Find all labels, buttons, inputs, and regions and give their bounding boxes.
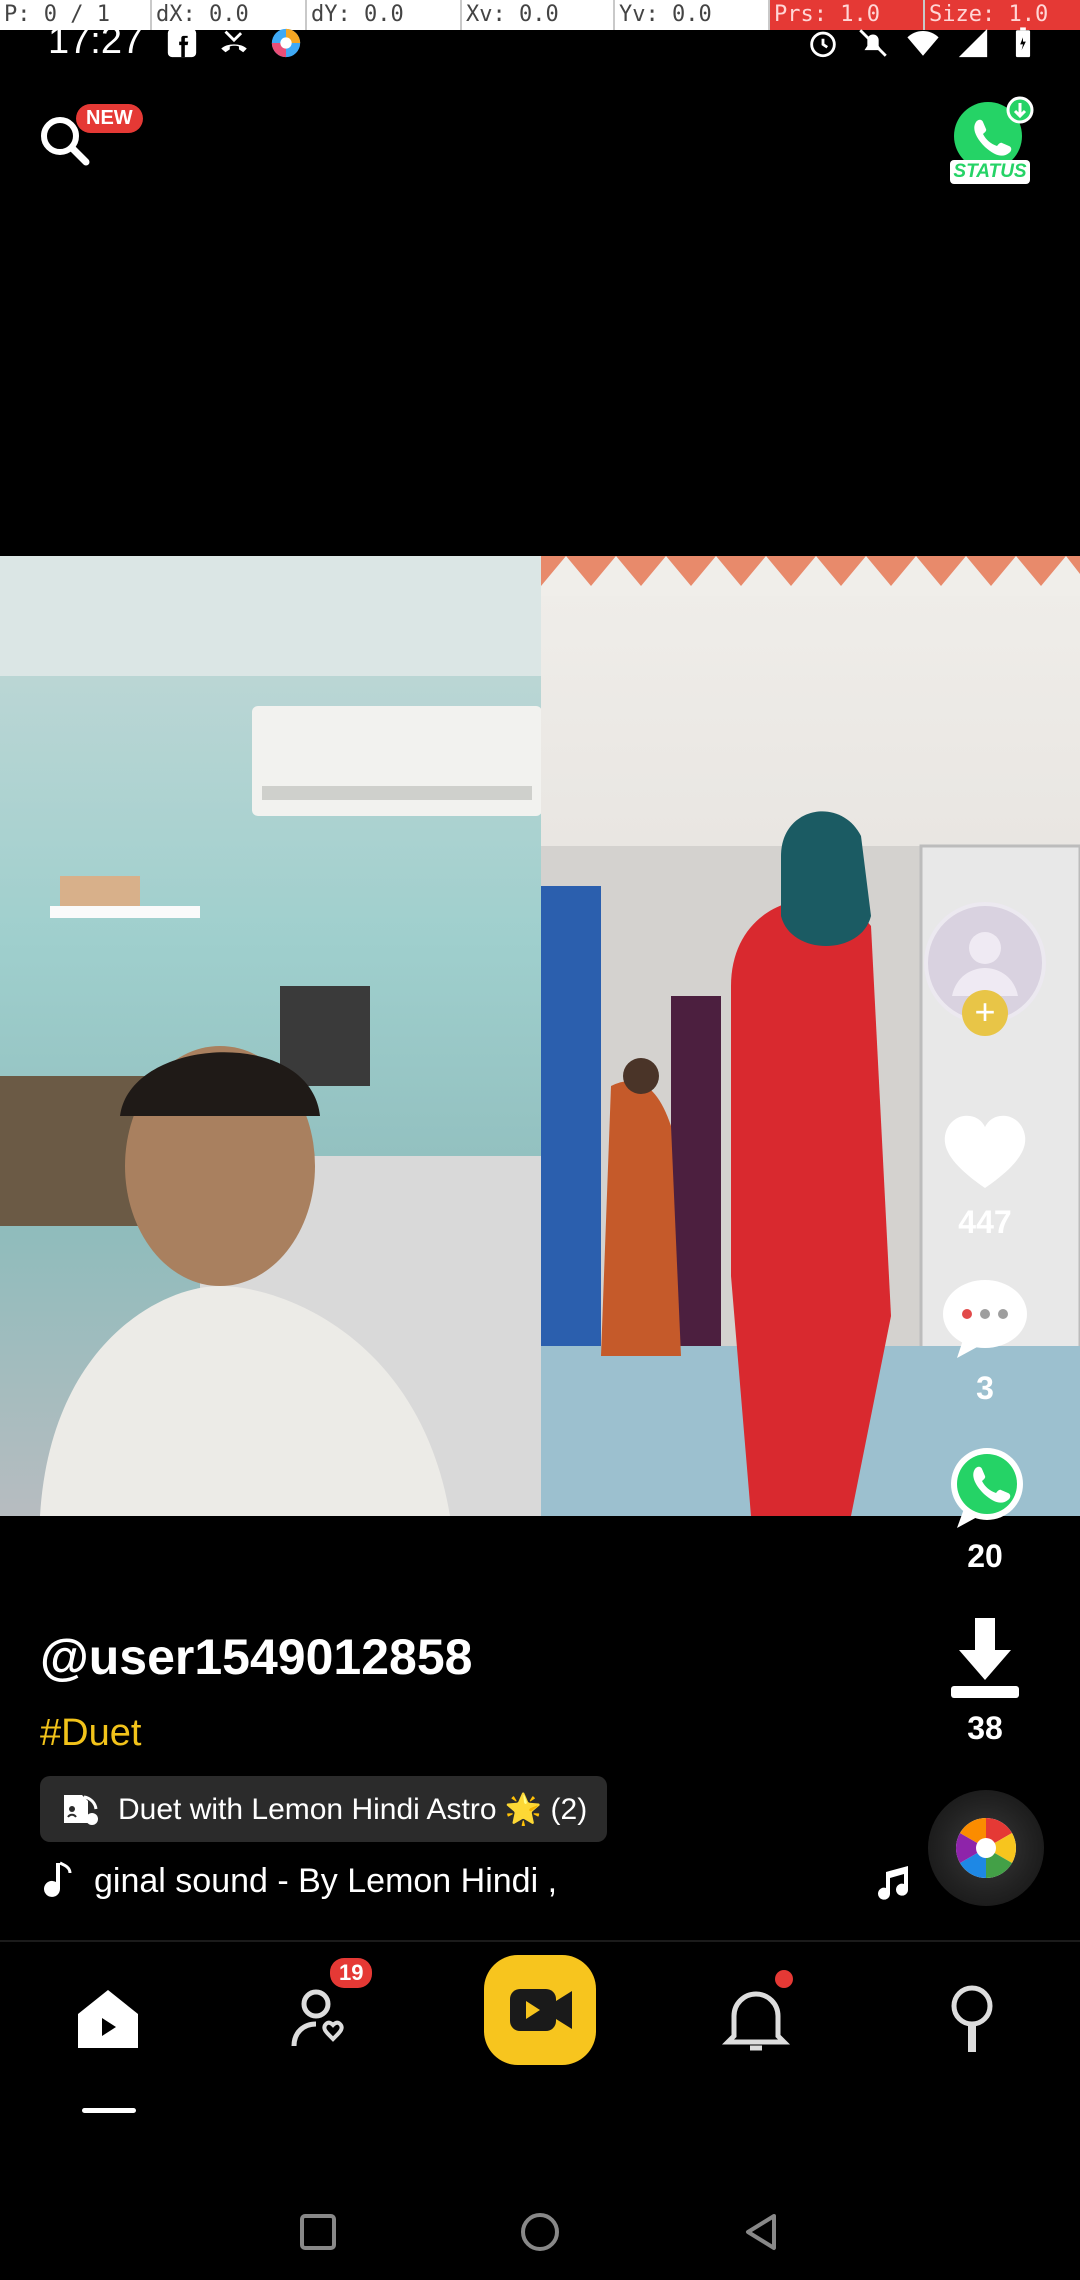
like-button[interactable]: 447 bbox=[915, 1104, 1055, 1241]
download-count: 38 bbox=[967, 1710, 1003, 1746]
share-count: 20 bbox=[967, 1538, 1003, 1574]
nav-profile[interactable] bbox=[932, 1978, 1012, 2058]
whatsapp-icon bbox=[951, 1448, 1023, 1528]
create-video-button[interactable] bbox=[484, 1955, 596, 2065]
new-badge: NEW bbox=[76, 104, 143, 133]
mute-icon bbox=[859, 29, 887, 57]
floating-music-note-icon bbox=[878, 1866, 908, 1900]
hashtag-link[interactable]: #Duet bbox=[40, 1712, 141, 1755]
sound-row[interactable]: ginal sound - By Lemon Hindi , bbox=[40, 1856, 600, 1906]
duet-label: Duet with Lemon Hindi Astro 🌟 (2) bbox=[118, 1792, 588, 1826]
app-icon bbox=[271, 28, 301, 58]
following-icon bbox=[291, 1989, 344, 2047]
follow-plus-button[interactable]: + bbox=[962, 990, 1008, 1036]
duet-info-pill[interactable]: Duet with Lemon Hindi Astro 🌟 (2) bbox=[40, 1776, 608, 1842]
active-tab-indicator bbox=[82, 2108, 136, 2113]
battery-icon bbox=[1015, 27, 1031, 58]
bell-icon bbox=[721, 1991, 791, 2051]
whatsapp-share-button[interactable]: 20 bbox=[915, 1438, 1055, 1575]
video-camera-icon bbox=[510, 1989, 572, 2031]
comment-count: 3 bbox=[976, 1370, 994, 1406]
wifi-icon bbox=[907, 30, 939, 56]
whatsapp-status-label: STATUS bbox=[953, 161, 1027, 182]
creator-username[interactable]: @user1549012858 bbox=[40, 1628, 472, 1686]
comment-button[interactable]: 3 bbox=[915, 1270, 1055, 1407]
back-button[interactable] bbox=[738, 2208, 786, 2256]
nav-notifications[interactable] bbox=[716, 1978, 796, 2058]
facebook-icon bbox=[167, 28, 197, 58]
heart-icon bbox=[944, 1115, 1026, 1188]
recents-button[interactable] bbox=[294, 2208, 342, 2256]
music-note-icon bbox=[44, 1861, 72, 1897]
duet-icon bbox=[64, 1795, 98, 1825]
system-nav-bar bbox=[0, 2150, 1080, 2280]
alarm-icon bbox=[810, 31, 836, 58]
sound-disc-button[interactable] bbox=[928, 1790, 1044, 1906]
comment-icon bbox=[943, 1280, 1027, 1358]
nav-home[interactable] bbox=[68, 1978, 148, 2113]
home-system-button[interactable] bbox=[516, 2208, 564, 2256]
status-bar: 17:27 bbox=[0, 12, 1080, 62]
download-icon bbox=[951, 1618, 1019, 1698]
missed-call-icon bbox=[221, 30, 247, 53]
notification-dot bbox=[775, 1970, 793, 1988]
nav-following[interactable] bbox=[282, 1978, 362, 2058]
sound-title: ginal sound - By Lemon Hindi , bbox=[94, 1861, 558, 1900]
signal-icon bbox=[958, 28, 988, 58]
like-count: 447 bbox=[958, 1204, 1012, 1240]
profile-icon bbox=[951, 1985, 993, 2052]
left-video-scene bbox=[0, 556, 541, 1516]
whatsapp-status-button[interactable]: STATUS bbox=[944, 96, 1036, 188]
status-time: 17:27 bbox=[48, 20, 144, 62]
spinning-disc-icon bbox=[955, 1818, 1017, 1878]
home-icon bbox=[78, 1990, 138, 2048]
duet-left-video bbox=[0, 556, 541, 1516]
download-button[interactable]: 38 bbox=[915, 1610, 1055, 1747]
following-badge: 19 bbox=[330, 1958, 373, 1988]
